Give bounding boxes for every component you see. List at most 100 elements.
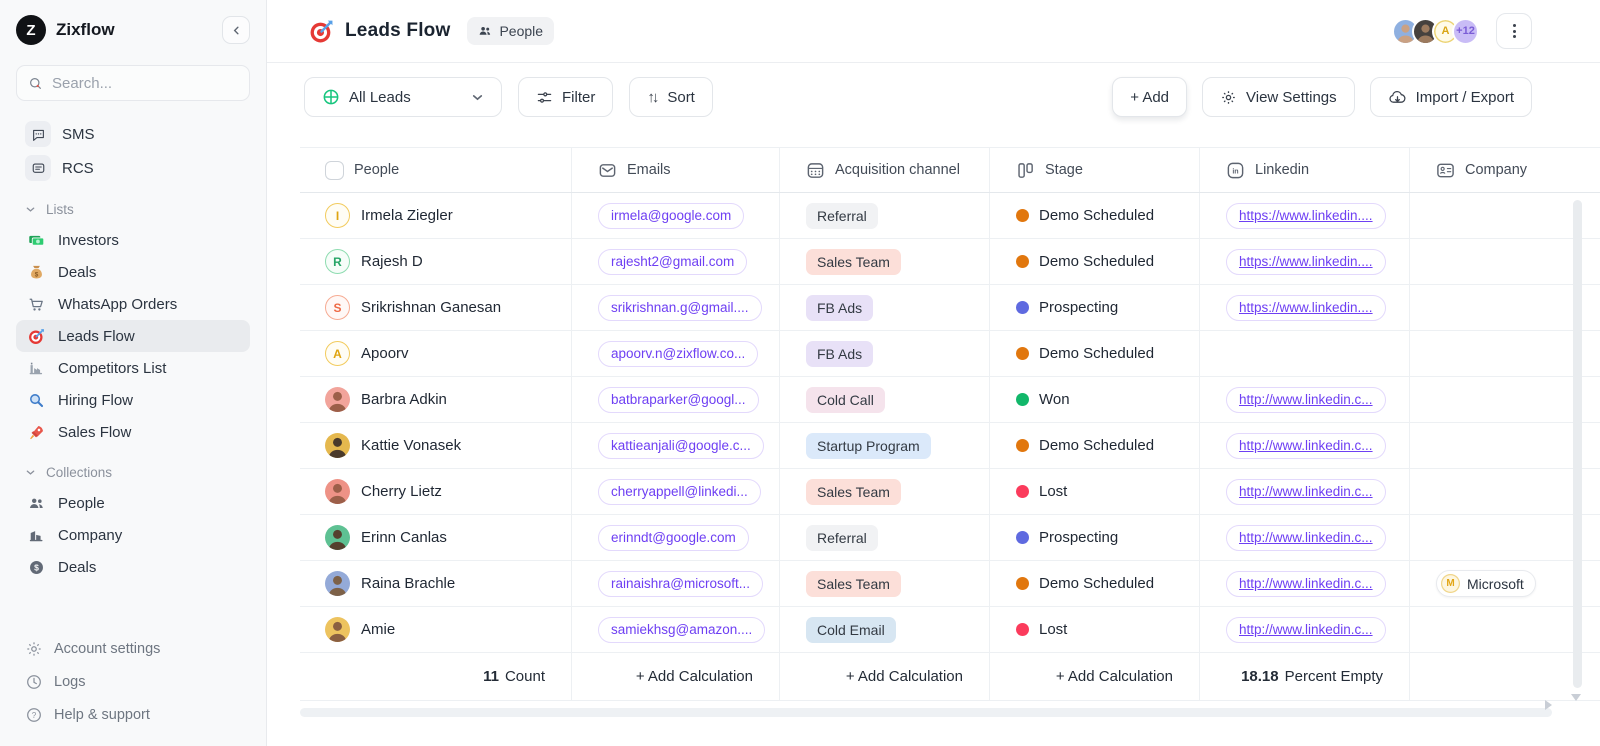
channel-tag[interactable]: Cold Email — [806, 617, 896, 643]
linkedin-pill[interactable]: http://www.linkedin.c... — [1226, 525, 1386, 551]
filter-button[interactable]: Filter — [518, 77, 613, 117]
email-pill[interactable]: samiekhsg@amazon.... — [598, 617, 765, 643]
sort-button[interactable]: ↑↓ Sort — [629, 77, 713, 117]
channel-tag[interactable]: Referral — [806, 525, 878, 551]
sidebar-item-hiring-flow[interactable]: Hiring Flow — [16, 384, 250, 416]
company-cell — [1410, 193, 1600, 238]
channel-tag[interactable]: Referral — [806, 203, 878, 229]
channel-tag[interactable]: Startup Program — [806, 433, 931, 459]
horizontal-scrollbar[interactable] — [300, 708, 1552, 717]
email-pill[interactable]: apoorv.n@zixflow.co... — [598, 341, 758, 367]
stage-cell[interactable]: Demo Scheduled — [990, 423, 1200, 468]
scroll-down-arrow[interactable] — [1571, 694, 1581, 701]
email-pill[interactable]: cherryappell@linkedi... — [598, 479, 761, 505]
more-options-button[interactable] — [1496, 13, 1532, 49]
company-pill[interactable]: MMicrosoft — [1436, 570, 1536, 597]
email-pill[interactable]: irmela@google.com — [598, 203, 744, 229]
table-row[interactable]: SSrikrishnan Ganesansrikrishnan.g@gmail.… — [300, 285, 1600, 331]
collections-section-header[interactable]: Collections — [16, 465, 250, 480]
table-row[interactable]: IIrmela Zieglerirmela@google.comReferral… — [300, 193, 1600, 239]
select-all-checkbox[interactable] — [325, 161, 344, 180]
sidebar-item-deals-list[interactable]: $ Deals — [16, 256, 250, 288]
email-pill[interactable]: rainaishra@microsoft... — [598, 571, 763, 597]
email-pill[interactable]: rajesht2@gmail.com — [598, 249, 747, 275]
more-members-avatar[interactable]: +12 — [1452, 18, 1479, 45]
sidebar-item-logs[interactable]: Logs — [16, 667, 250, 697]
linkedin-pill[interactable]: http://www.linkedin.c... — [1226, 617, 1386, 643]
search-box[interactable] — [16, 65, 250, 101]
sidebar-item-investors[interactable]: Investors — [16, 224, 250, 256]
table-row[interactable]: Kattie Vonasekkattieanjali@google.c...St… — [300, 423, 1600, 469]
sidebar-item-rcs[interactable]: RCS — [16, 151, 250, 185]
table-row[interactable]: Raina Brachlerainaishra@microsoft...Sale… — [300, 561, 1600, 607]
stage-cell[interactable]: Lost — [990, 607, 1200, 652]
table-row[interactable]: Barbra Adkinbatbraparker@googl...Cold Ca… — [300, 377, 1600, 423]
scroll-right-arrow[interactable] — [1545, 700, 1552, 710]
email-pill[interactable]: erinndt@google.com — [598, 525, 749, 551]
stage-cell[interactable]: Won — [990, 377, 1200, 422]
stage-cell[interactable]: Lost — [990, 469, 1200, 514]
stage-cell[interactable]: Prospecting — [990, 285, 1200, 330]
channel-tag[interactable]: Sales Team — [806, 571, 901, 597]
stage-cell[interactable]: Demo Scheduled — [990, 331, 1200, 376]
sidebar-collapse-button[interactable] — [222, 16, 250, 44]
main-panel: Leads Flow People A+12 All Leads Filter — [267, 0, 1600, 746]
header-avatars[interactable]: A+12 — [1392, 18, 1479, 45]
footer-percent-empty[interactable]: 18.18 Percent Empty — [1200, 653, 1410, 700]
channel-tag[interactable]: FB Ads — [806, 341, 873, 367]
sidebar-item-label: RCS — [62, 160, 94, 177]
table-row[interactable]: Cherry Lietzcherryappell@linkedi...Sales… — [300, 469, 1600, 515]
footer-add-calculation[interactable]: + Add Calculation — [572, 653, 780, 700]
linkedin-pill[interactable]: http://www.linkedin.c... — [1226, 433, 1386, 459]
stage-cell[interactable]: Demo Scheduled — [990, 239, 1200, 284]
lists-section-header[interactable]: Lists — [16, 202, 250, 217]
sidebar-item-sales-flow[interactable]: Sales Flow — [16, 416, 250, 448]
linkedin-pill[interactable]: http://www.linkedin.c... — [1226, 387, 1386, 413]
vertical-scrollbar[interactable] — [1573, 200, 1582, 688]
column-header-people[interactable]: People — [300, 148, 572, 192]
view-settings-button[interactable]: View Settings — [1202, 77, 1355, 117]
add-record-button[interactable]: + Add — [1112, 77, 1187, 117]
column-header-emails[interactable]: Emails — [572, 148, 780, 192]
footer-count[interactable]: 11 Count — [300, 653, 572, 700]
sidebar-item-competitors-list[interactable]: Competitors List — [16, 352, 250, 384]
email-pill[interactable]: batbraparker@googl... — [598, 387, 759, 413]
column-header-company[interactable]: Company — [1410, 148, 1600, 192]
company-cell — [1410, 423, 1600, 468]
linkedin-pill[interactable]: http://www.linkedin.c... — [1226, 479, 1386, 505]
object-type-badge[interactable]: People — [467, 17, 554, 45]
linkedin-pill[interactable]: https://www.linkedin.... — [1226, 295, 1386, 321]
channel-tag[interactable]: FB Ads — [806, 295, 873, 321]
search-input[interactable] — [52, 75, 238, 92]
sidebar-item-company[interactable]: Company — [16, 519, 250, 551]
column-header-linkedin[interactable]: in Linkedin — [1200, 148, 1410, 192]
email-pill[interactable]: kattieanjali@google.c... — [598, 433, 764, 459]
table-row[interactable]: RRajesh Drajesht2@gmail.comSales TeamDem… — [300, 239, 1600, 285]
linkedin-pill[interactable]: https://www.linkedin.... — [1226, 249, 1386, 275]
stage-cell[interactable]: Demo Scheduled — [990, 193, 1200, 238]
table-row[interactable]: Erinn Canlaserinndt@google.comReferralPr… — [300, 515, 1600, 561]
sidebar-item-leads-flow[interactable]: Leads Flow — [16, 320, 250, 352]
sidebar-item-sms[interactable]: SMS — [16, 117, 250, 151]
table-row[interactable]: Amiesamiekhsg@amazon....Cold EmailLostht… — [300, 607, 1600, 653]
stage-cell[interactable]: Demo Scheduled — [990, 561, 1200, 606]
import-export-button[interactable]: Import / Export — [1370, 77, 1532, 117]
column-header-stage[interactable]: Stage — [990, 148, 1200, 192]
channel-tag[interactable]: Cold Call — [806, 387, 885, 413]
stage-cell[interactable]: Prospecting — [990, 515, 1200, 560]
view-selector-dropdown[interactable]: All Leads — [304, 77, 502, 117]
sidebar-item-account-settings[interactable]: Account settings — [16, 634, 250, 664]
sidebar-item-help-support[interactable]: ? Help & support — [16, 700, 250, 730]
table-row[interactable]: AApoorvapoorv.n@zixflow.co...FB AdsDemo … — [300, 331, 1600, 377]
email-pill[interactable]: srikrishnan.g@gmail.... — [598, 295, 762, 321]
column-header-acquisition-channel[interactable]: Acquisition channel — [780, 148, 990, 192]
linkedin-pill[interactable]: http://www.linkedin.c... — [1226, 571, 1386, 597]
sidebar-item-people[interactable]: People — [16, 487, 250, 519]
channel-tag[interactable]: Sales Team — [806, 249, 901, 275]
channel-tag[interactable]: Sales Team — [806, 479, 901, 505]
linkedin-pill[interactable]: https://www.linkedin.... — [1226, 203, 1386, 229]
sidebar-item-deals-collection[interactable]: $ Deals — [16, 551, 250, 583]
footer-add-calculation[interactable]: + Add Calculation — [990, 653, 1200, 700]
sidebar-item-whatsapp-orders[interactable]: WhatsApp Orders — [16, 288, 250, 320]
footer-add-calculation[interactable]: + Add Calculation — [780, 653, 990, 700]
